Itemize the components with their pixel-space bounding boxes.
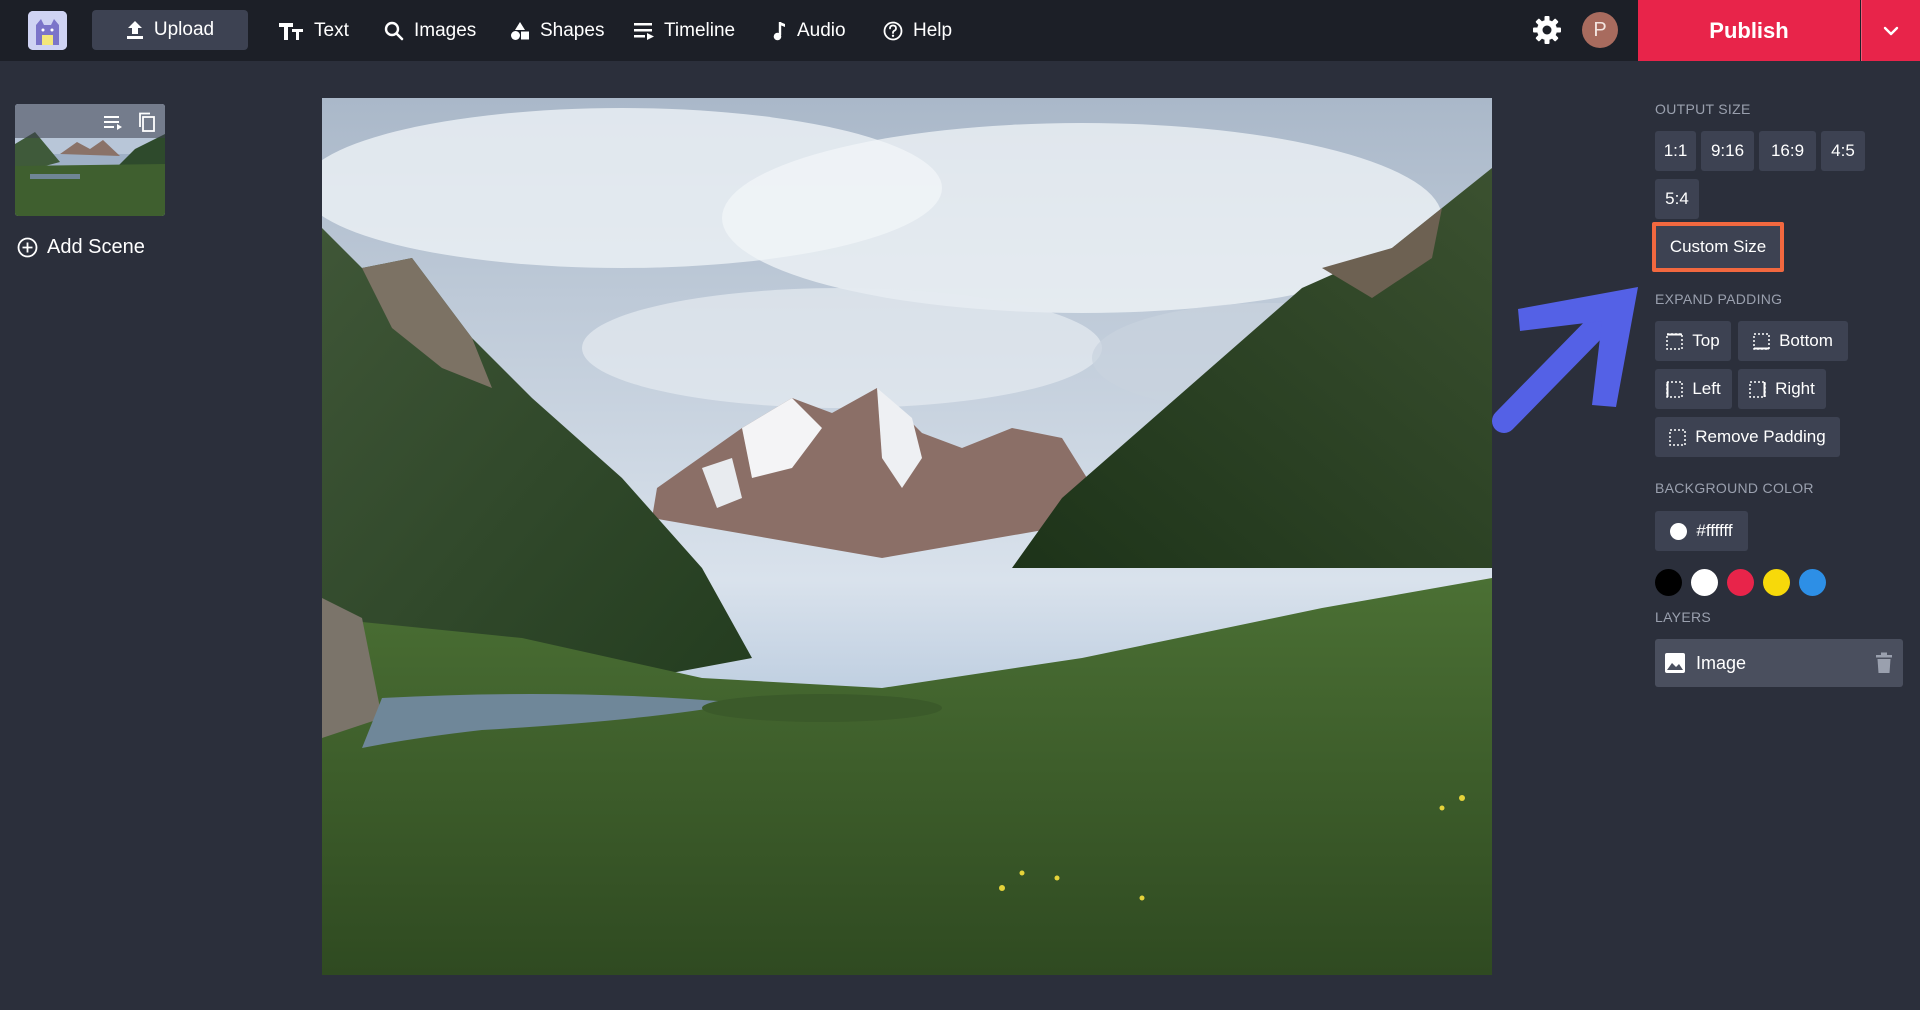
upload-icon [126, 21, 143, 39]
nav-images-label: Images [414, 19, 477, 41]
background-color-value: #ffffff [1696, 521, 1733, 540]
swatch-blue[interactable] [1799, 569, 1826, 596]
size-16-9-button[interactable]: 16:9 [1759, 131, 1816, 171]
nav-images[interactable]: Images [384, 0, 476, 61]
properties-panel: OUTPUT SIZE 1:1 9:16 16:9 4:5 5:4 Custom… [1638, 61, 1920, 1010]
expand-padding-title: EXPAND PADDING [1655, 291, 1783, 307]
add-scene-button[interactable]: Add Scene [17, 236, 145, 259]
padding-top-button[interactable]: Top [1655, 321, 1731, 361]
swatch-black[interactable] [1655, 569, 1682, 596]
image-icon [1665, 653, 1685, 673]
nav-text[interactable]: Text [278, 0, 349, 61]
upload-label: Upload [153, 19, 215, 40]
nav-timeline[interactable]: Timeline [634, 0, 735, 61]
top-bar: Upload Text Images Shapes Timeline Audio… [0, 0, 1920, 61]
annotation-arrow-icon [1490, 285, 1640, 435]
publish-button[interactable]: Publish [1638, 0, 1860, 61]
remove-padding-label: Remove Padding [1695, 427, 1826, 446]
background-color-title: BACKGROUND COLOR [1655, 480, 1814, 496]
size-5-4-button[interactable]: 5:4 [1655, 179, 1699, 219]
padding-bottom-button[interactable]: Bottom [1738, 321, 1848, 361]
cat-logo-icon [28, 11, 67, 50]
plus-circle-icon [17, 237, 38, 258]
shapes-icon [511, 21, 529, 40]
size-9-16-label: 9:16 [1710, 141, 1745, 160]
custom-size-label: Custom Size [1669, 237, 1767, 256]
output-size-title: OUTPUT SIZE [1655, 101, 1751, 117]
nav-help[interactable]: Help [883, 0, 952, 61]
padding-bottom-icon [1753, 332, 1770, 350]
add-scene-label: Add Scene [47, 236, 145, 258]
nav-timeline-label: Timeline [664, 19, 736, 41]
music-note-icon [773, 21, 785, 40]
mountain-landscape-image [322, 98, 1492, 975]
padding-right-label: Right [1775, 379, 1815, 398]
search-icon [384, 21, 404, 40]
nav-shapes[interactable]: Shapes [510, 0, 604, 61]
upload-button[interactable]: Upload [92, 10, 248, 50]
layer-label: Image [1696, 652, 1747, 673]
chevron-down-icon [1883, 26, 1899, 35]
padding-right-icon [1749, 380, 1766, 398]
padding-bottom-label: Bottom [1779, 331, 1833, 350]
settings-gear-icon[interactable] [1532, 15, 1562, 45]
app-logo[interactable] [28, 11, 67, 50]
size-4-5-button[interactable]: 4:5 [1821, 131, 1865, 171]
nav-shapes-label: Shapes [540, 19, 605, 41]
nav-audio-label: Audio [797, 19, 846, 41]
remove-padding-button[interactable]: Remove Padding [1655, 417, 1840, 457]
publish-label: Publish [1709, 17, 1789, 43]
nav-audio[interactable]: Audio [773, 0, 846, 61]
padding-top-label: Top [1692, 331, 1720, 350]
swatch-red[interactable] [1727, 569, 1754, 596]
padding-left-icon [1666, 380, 1684, 398]
scene-thumbnail[interactable] [15, 104, 165, 216]
padding-right-button[interactable]: Right [1738, 369, 1826, 409]
background-color-picker[interactable]: #ffffff [1655, 511, 1748, 551]
swatch-white[interactable] [1691, 569, 1718, 596]
padding-left-button[interactable]: Left [1655, 369, 1732, 409]
nav-text-label: Text [314, 19, 349, 41]
editor-canvas[interactable] [322, 98, 1492, 975]
layers-title: LAYERS [1655, 609, 1712, 625]
size-9-16-button[interactable]: 9:16 [1701, 131, 1754, 171]
publish-options-button[interactable] [1861, 0, 1920, 61]
size-1-1-label: 1:1 [1663, 141, 1688, 160]
padding-top-icon [1666, 332, 1684, 350]
size-5-4-label: 5:4 [1665, 189, 1689, 208]
remove-padding-icon [1669, 428, 1687, 446]
size-16-9-label: 16:9 [1770, 141, 1805, 160]
trash-icon[interactable] [1875, 652, 1893, 674]
text-icon [279, 22, 303, 40]
timeline-icon [634, 22, 654, 40]
help-circle-icon [883, 21, 903, 40]
scene-menu-icon[interactable] [103, 112, 123, 132]
size-4-5-label: 4:5 [1831, 141, 1855, 160]
layer-item-image[interactable]: Image [1655, 639, 1903, 687]
avatar-initial: P [1593, 18, 1607, 41]
padding-left-label: Left [1692, 379, 1721, 398]
size-1-1-button[interactable]: 1:1 [1655, 131, 1696, 171]
user-avatar[interactable]: P [1582, 12, 1618, 48]
current-color-dot [1670, 522, 1688, 540]
swatch-yellow[interactable] [1763, 569, 1790, 596]
custom-size-button[interactable]: Custom Size [1652, 222, 1784, 272]
nav-help-label: Help [913, 19, 953, 41]
duplicate-scene-icon[interactable] [137, 112, 157, 132]
